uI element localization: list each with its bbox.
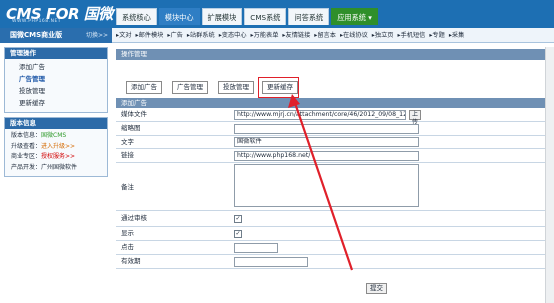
text-label: 文字	[121, 138, 134, 146]
tab-qa-system[interactable]: 问答系统	[288, 8, 330, 25]
edition-name: 国微CMS商业版	[10, 31, 63, 39]
module-link[interactable]: ▸专题	[429, 28, 444, 43]
menu-panel: 管理操作 添加广告 广告管理 投放管理 更新缓存	[4, 47, 108, 113]
thumbnail-input[interactable]	[234, 124, 419, 134]
top-header: CMS FOR 国微 WWW.PHP168.NET 系统核心 模块中心 扩展模块…	[0, 0, 554, 28]
link-input[interactable]: http://www.php168.net/	[234, 151, 419, 161]
vertical-scrollbar[interactable]	[545, 47, 554, 303]
module-link[interactable]: ▸邮件模块	[135, 28, 163, 43]
module-link[interactable]: ▸站群系统	[187, 28, 215, 43]
expiry-input[interactable]	[234, 257, 308, 267]
developer-value: 广州国微软件	[41, 163, 78, 171]
module-link[interactable]: ▸在线协议	[340, 28, 368, 43]
tab-app-system[interactable]: 应用系统 ▾	[331, 8, 378, 25]
approved-label: 通过审核	[121, 214, 147, 222]
ad-form: 媒体文件 http://www.mjrj.cn/attachment/core/…	[116, 108, 554, 269]
row-link: 链接 http://www.php168.net/	[116, 149, 554, 163]
media-file-input[interactable]: http://www.mjrj.cn/attachment/core/46/20…	[234, 110, 406, 120]
highlight-box	[258, 77, 299, 98]
submit-button[interactable]: 提交	[366, 283, 387, 294]
clicks-input[interactable]	[234, 243, 278, 253]
row-expiry: 有效期	[116, 255, 554, 269]
sidebar-item-ad-manage[interactable]: 广告管理	[5, 73, 107, 85]
module-link[interactable]: ▸文对	[116, 28, 131, 43]
link-label: 链接	[121, 151, 134, 159]
tab-cms-system[interactable]: CMS系统	[244, 8, 287, 25]
top-nav: 系统核心 模块中心 扩展模块 CMS系统 问答系统 应用系统 ▾	[116, 8, 380, 26]
ad-manage-button[interactable]: 广告管理	[172, 81, 208, 94]
expiry-label: 有效期	[121, 257, 141, 265]
show-checkbox[interactable]: ✓	[234, 230, 242, 238]
module-link[interactable]: ▸变态中心	[219, 28, 247, 43]
module-link[interactable]: ▸万能表单	[251, 28, 279, 43]
module-link[interactable]: ▸友情链接	[282, 28, 310, 43]
row-approved: 通过审核 ✓	[116, 211, 554, 227]
module-link[interactable]: ▸广告	[167, 28, 182, 43]
edition-label: 国微CMS商业版 切换>>	[0, 28, 112, 43]
ops-toolbar: 添加广告 广告管理 投放管理 更新缓存	[116, 60, 554, 98]
sidebar-item-placement[interactable]: 投放管理	[5, 85, 107, 97]
row-note: 备注	[116, 163, 554, 211]
ops-section-title: 操作管理	[116, 49, 554, 60]
sidebar-item-add-ad[interactable]: 添加广告	[5, 61, 107, 73]
add-ad-button[interactable]: 添加广告	[126, 81, 162, 94]
upload-button[interactable]: 上传	[409, 110, 422, 126]
main-content: 操作管理 添加广告 广告管理 投放管理 更新缓存 添加广告 媒体文件 http:…	[116, 49, 554, 303]
media-file-label: 媒体文件	[121, 110, 147, 118]
module-link[interactable]: ▸采集	[449, 28, 464, 43]
row-media-file: 媒体文件 http://www.mjrj.cn/attachment/core/…	[116, 108, 554, 126]
text-input[interactable]: 国微软件	[234, 137, 419, 147]
info-business: 商业专区：授权服务>>	[11, 153, 76, 160]
row-show: 显示 ✓	[116, 227, 554, 241]
clicks-label: 点击	[121, 243, 134, 251]
form-section-title: 添加广告	[116, 98, 554, 108]
note-label: 备注	[121, 183, 134, 191]
module-bar: 国微CMS商业版 切换>> ▸文对 ▸邮件模块 ▸广告 ▸站群系统 ▸变态中心 …	[0, 28, 554, 43]
tab-extension-modules[interactable]: 扩展模块	[201, 8, 243, 25]
module-link[interactable]: ▸留言本	[314, 28, 336, 43]
tab-system-core[interactable]: 系统核心	[116, 8, 157, 25]
approved-checkbox[interactable]: ✓	[234, 215, 242, 223]
thumbnail-label: 缩略图	[121, 124, 141, 132]
module-link[interactable]: ▸手机短信	[397, 28, 425, 43]
note-textarea[interactable]	[234, 164, 419, 207]
upgrade-link[interactable]: 进入升级>>	[41, 143, 75, 150]
switch-link[interactable]: 切换>>	[86, 28, 108, 43]
sidebar-item-update-cache[interactable]: 更新缓存	[5, 97, 107, 109]
row-thumbnail: 缩略图	[116, 122, 554, 136]
info-upgrade: 升级查看：进入升级>>	[11, 142, 76, 150]
license-link[interactable]: 授权服务>>	[41, 153, 75, 160]
module-links: ▸文对 ▸邮件模块 ▸广告 ▸站群系统 ▸变态中心 ▸万能表单 ▸友情链接 ▸留…	[116, 28, 468, 43]
version-value[interactable]: 国微CMS	[41, 132, 66, 139]
module-link[interactable]: ▸独立页	[372, 28, 394, 43]
logo-subtitle: WWW.PHP168.NET	[12, 19, 62, 24]
row-text: 文字 国微软件	[116, 136, 554, 149]
info-version: 版本信息：国微CMS	[11, 132, 67, 139]
sidebar: 管理操作 添加广告 广告管理 投放管理 更新缓存 版本信息 版本信息：国微CMS…	[0, 47, 112, 303]
info-developer: 产品开发：广州国微软件	[11, 163, 78, 171]
tab-module-center[interactable]: 模块中心	[158, 8, 200, 25]
version-panel-title: 版本信息	[5, 118, 107, 129]
version-panel: 版本信息 版本信息：国微CMS 升级查看：进入升级>> 商业专区：授权服务>> …	[4, 117, 108, 177]
placement-button[interactable]: 投放管理	[218, 81, 254, 94]
menu-panel-title: 管理操作	[5, 48, 107, 59]
show-label: 显示	[121, 229, 134, 237]
row-clicks: 点击	[116, 241, 554, 255]
